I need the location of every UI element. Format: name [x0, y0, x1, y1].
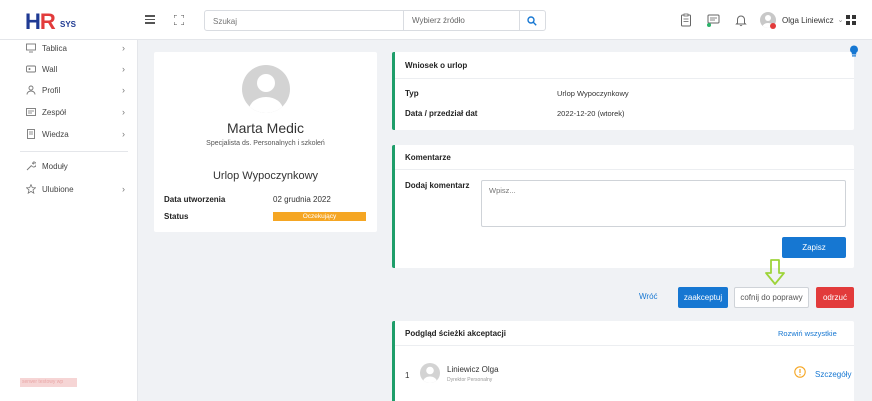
divider — [395, 169, 854, 170]
sidebar-item-profil[interactable]: Profil › — [0, 82, 138, 98]
search-input[interactable] — [213, 14, 393, 28]
sidebar-item-wiedza[interactable]: Wiedza › — [0, 126, 138, 142]
sidebar-item-label: Profil — [42, 85, 61, 95]
return-for-correction-button[interactable]: cofnij do poprawy — [734, 287, 809, 308]
search-box: Wybierz źródło — [204, 10, 546, 31]
type-label: Typ — [405, 89, 419, 98]
sidebar-divider — [20, 151, 128, 152]
search-button[interactable] — [519, 11, 545, 30]
bell-icon[interactable] — [734, 13, 748, 27]
server-watermark: serwer testowy wp — [20, 378, 77, 387]
chevron-right-icon: › — [122, 107, 125, 117]
request-title: Wniosek o urlop — [405, 61, 468, 70]
team-icon — [26, 108, 36, 116]
date-value: 2022-12-20 (wtorek) — [557, 109, 625, 118]
sidebar-item-wall[interactable]: Wall › — [0, 61, 138, 77]
chevron-right-icon: › — [122, 43, 125, 53]
date-label: Data / przedział dat — [405, 109, 478, 118]
search-icon — [527, 15, 537, 26]
wall-icon — [26, 65, 36, 73]
reject-button[interactable]: odrzuć — [816, 287, 854, 308]
accept-button[interactable]: zaakceptuj — [678, 287, 728, 308]
wrench-icon — [26, 161, 36, 171]
profile-avatar — [242, 65, 290, 113]
created-label: Data utworzenia — [164, 195, 226, 204]
sidebar-item-moduly[interactable]: Moduły — [0, 158, 138, 174]
profile-card: Marta Medic Specjalista ds. Personalnych… — [154, 52, 377, 232]
presence-dot — [770, 23, 776, 29]
sidebar-item-label: Wiedza — [42, 129, 69, 139]
warning-icon — [794, 366, 806, 378]
book-icon — [27, 129, 35, 139]
monitor-icon — [26, 43, 36, 53]
comments-card: Komentarze Dodaj komentarz Zapisz — [392, 145, 854, 268]
sidebar-item-label: Moduły — [42, 161, 68, 171]
type-value: Urlop Wypoczynkowy — [557, 89, 629, 98]
sidebar-item-ulubione[interactable]: Ulubione › — [0, 181, 138, 197]
source-select[interactable]: Wybierz źródło — [403, 11, 520, 30]
user-icon — [26, 85, 36, 95]
expand-all-link[interactable]: Rozwiń wszystkie — [778, 329, 837, 338]
employee-role: Specjalista ds. Personalnych i szkoleń — [206, 140, 325, 147]
chevron-right-icon: › — [122, 64, 125, 74]
comments-title: Komentarze — [405, 153, 451, 162]
sidebar-item-zespol[interactable]: Zespół › — [0, 104, 138, 120]
avatar — [420, 363, 440, 383]
approver-name: Liniewicz Olga — [447, 365, 499, 374]
sidebar-item-label: Ulubione — [42, 184, 74, 194]
back-link[interactable]: Wróć — [639, 292, 658, 301]
sidebar-item-label: Wall — [42, 64, 58, 74]
chat-icon[interactable] — [706, 13, 720, 27]
sidebar-item-label: Zespół — [42, 107, 67, 117]
comment-textarea[interactable] — [481, 180, 846, 227]
divider — [395, 345, 854, 346]
approval-path-title: Podgląd ścieżki akceptacji — [405, 329, 506, 338]
lightbulb-icon[interactable] — [849, 45, 859, 58]
chevron-right-icon: › — [122, 184, 125, 194]
request-card: Wniosek o urlop Typ Urlop Wypoczynkowy D… — [392, 52, 854, 130]
arrow-down-icon — [765, 259, 785, 285]
sidebar-item-tablica[interactable]: Tablica › — [0, 40, 138, 56]
chevron-right-icon: › — [122, 85, 125, 95]
approver-role: Dyrektor Personalny — [447, 377, 493, 383]
top-bar: HR SYS Wybierz źródło Olga Lin — [0, 0, 872, 40]
details-link[interactable]: Szczegóły — [815, 370, 851, 379]
approval-path-card: Podgląd ścieżki akceptacji Rozwiń wszyst… — [392, 321, 854, 401]
menu-icon[interactable] — [145, 15, 155, 24]
chevron-right-icon: › — [122, 129, 125, 139]
chevron-down-icon: ⌄ — [837, 17, 844, 24]
add-comment-label: Dodaj komentarz — [405, 181, 470, 190]
clipboard-icon[interactable] — [679, 13, 693, 27]
employee-name: Marta Medic — [226, 120, 305, 136]
request-type-title: Urlop Wypoczynkowy — [212, 170, 319, 182]
sidebar-item-label: Tablica — [42, 43, 67, 53]
status-badge: Oczekujący — [273, 212, 366, 221]
divider — [395, 78, 854, 79]
save-button[interactable]: Zapisz — [782, 237, 846, 258]
apps-grid-icon[interactable] — [846, 15, 856, 25]
logo[interactable]: HR SYS — [25, 9, 85, 34]
sidebar: Tablica › Wall › Profil › Zespół › Wiedz… — [0, 40, 138, 401]
star-icon — [26, 184, 36, 194]
logo-mark: HR — [25, 9, 56, 34]
status-label: Status — [164, 212, 189, 221]
fullscreen-icon[interactable] — [174, 15, 184, 25]
logo-sub: SYS — [60, 20, 77, 29]
user-name: Olga Liniewicz — [782, 15, 834, 25]
step-number: 1 — [405, 371, 410, 380]
created-value: 02 grudnia 2022 — [273, 195, 331, 204]
